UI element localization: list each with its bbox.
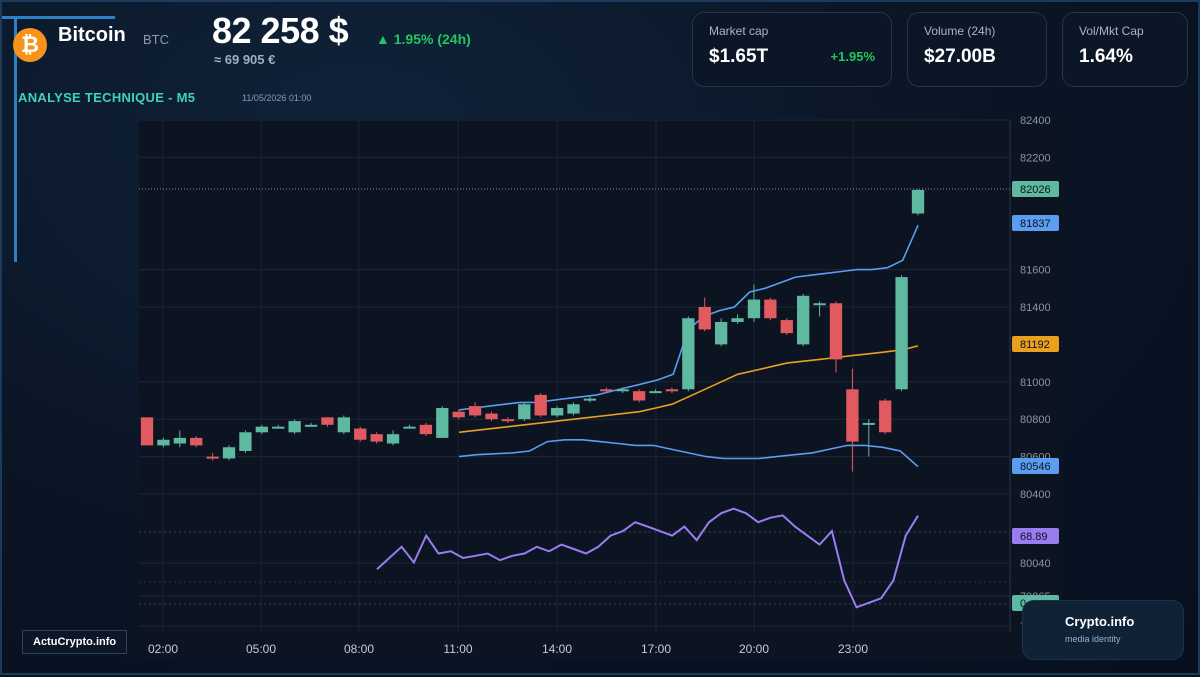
candle-body [567,404,580,414]
candle-body [534,394,547,416]
time-tick-label: 17:00 [641,642,671,656]
time-tick-label: 08:00 [344,642,374,656]
candle-body [468,406,482,416]
candle-body [895,277,908,390]
candle-body [550,407,564,416]
candle-body [862,422,875,425]
candle-body [485,413,498,420]
price-tick-label: 82200 [1020,152,1051,164]
brand-title: Crypto.info [1065,614,1135,629]
candle-body [583,398,597,401]
candle-body [173,437,186,444]
candle-body [140,417,154,446]
price-tag-label: 68.89 [1020,531,1048,543]
time-tick-label: 14:00 [542,642,572,656]
candle-body [829,303,843,360]
price-chart[interactable]: 8240082200816008140081000808008060080400… [2,2,1200,677]
price-tick-label: 82400 [1020,115,1051,127]
price-tag-label: 81837 [1020,218,1051,230]
candle-body [337,417,351,433]
time-tick-label: 02:00 [148,642,178,656]
price-tick-label: 81000 [1020,377,1051,389]
candle-body [239,432,252,451]
price-tick-label: 81400 [1020,302,1051,314]
candle-body [665,389,679,392]
candle-body [879,400,892,433]
candle-body [288,421,301,433]
candle-body [780,320,793,334]
candle-body [714,321,728,345]
time-tick-label: 20:00 [739,642,769,656]
price-tick-label: 80400 [1020,489,1051,501]
candle-body [206,456,219,459]
candle-body [747,299,761,319]
candle-body [846,389,859,442]
candle-body [501,419,515,422]
candle-body [419,424,433,435]
candle-body [190,437,203,446]
candle-body [304,424,318,427]
candle-body [354,428,367,440]
candle-body [255,426,268,433]
candle-body [386,434,400,444]
candle-body [321,417,334,425]
candle-body [698,307,711,330]
candle-body [682,318,695,390]
price-tick-label: 81600 [1020,265,1051,277]
candle-body [370,434,383,442]
candle-body [649,391,662,394]
candle-body [518,404,531,420]
chart-background [139,119,1063,659]
price-tick-label: 80040 [1020,558,1051,570]
time-tick-label: 23:00 [838,642,868,656]
candle-body [911,189,925,214]
candle-body [222,447,236,459]
price-tag-label: 80546 [1020,461,1051,473]
candle-body [403,426,416,429]
price-tick-label: 80800 [1020,414,1051,426]
candle-body [797,295,810,345]
time-tick-label: 11:00 [443,642,472,656]
brand-subtitle: media identity [1065,634,1121,644]
candle-body [600,389,613,392]
candle-body [157,439,170,446]
candle-body [764,299,777,319]
price-tag-label: 82026 [1020,184,1051,196]
candle-body [452,411,465,418]
brand-badge[interactable]: ActuCrypto.info [22,630,128,654]
price-tag-label: 81192 [1020,339,1050,351]
candle-body [632,391,646,401]
candle-body [731,318,744,322]
app-frame: ₿ Bitcoin BTC 82 258 $ ▲ 1.95% (24h) ≈ 6… [0,0,1200,675]
candle-body [272,426,285,429]
candle-body [616,389,629,392]
candle-body [813,303,826,306]
candle-body [436,407,449,438]
time-tick-label: 05:00 [246,642,276,656]
brand-watermark: Crypto.info media identity [1022,600,1184,660]
